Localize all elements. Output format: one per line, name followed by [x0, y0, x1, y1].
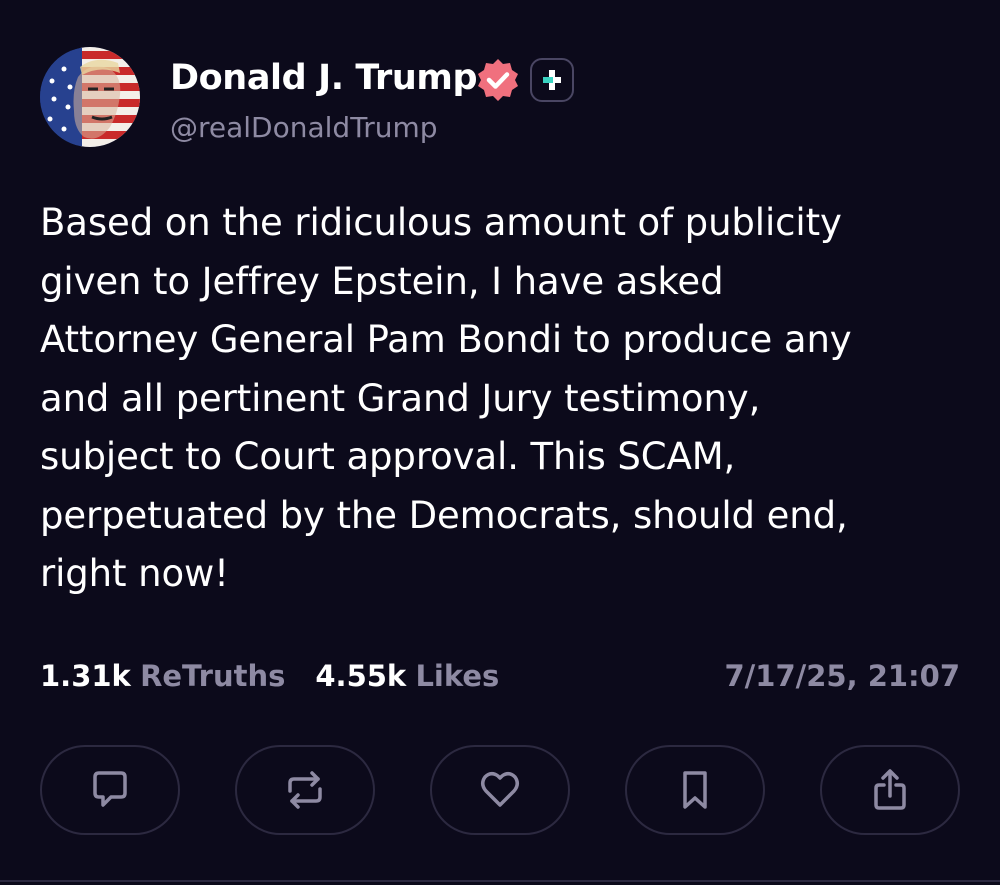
likes-count: 4.55k	[315, 659, 407, 693]
retruth-button[interactable]	[235, 745, 375, 835]
retruths-label: ReTruths	[140, 659, 286, 693]
post-divider	[0, 880, 1000, 882]
verified-badge-icon	[474, 56, 522, 104]
plus-badge-icon	[530, 58, 574, 102]
share-icon	[874, 769, 906, 810]
heart-icon	[481, 772, 519, 807]
like-button[interactable]	[430, 745, 570, 835]
comment-icon	[93, 771, 127, 807]
truth-post: Donald J. Trump @realDonaldTrump Based o…	[0, 0, 1000, 885]
retruths-count: 1.31k	[40, 659, 131, 693]
retruths-stat[interactable]: 1.31k ReTruths	[40, 659, 285, 693]
share-button[interactable]	[820, 745, 960, 835]
bookmark-button[interactable]	[625, 745, 765, 835]
author-avatar[interactable]	[40, 47, 140, 147]
avatar-image	[40, 47, 140, 147]
bookmark-icon	[683, 771, 707, 809]
likes-label: Likes	[415, 659, 500, 693]
author-handle[interactable]: @realDonaldTrump	[170, 110, 438, 146]
reply-button[interactable]	[40, 745, 180, 835]
likes-stat[interactable]: 4.55k Likes	[315, 659, 499, 693]
post-timestamp: 7/17/25, 21:07	[724, 659, 961, 693]
post-body: Based on the ridiculous amount of public…	[40, 201, 852, 595]
post-stats: 1.31k ReTruths 4.55k Likes	[40, 654, 499, 698]
repost-icon	[288, 771, 322, 809]
author-display-name[interactable]: Donald J. Trump	[170, 56, 478, 100]
